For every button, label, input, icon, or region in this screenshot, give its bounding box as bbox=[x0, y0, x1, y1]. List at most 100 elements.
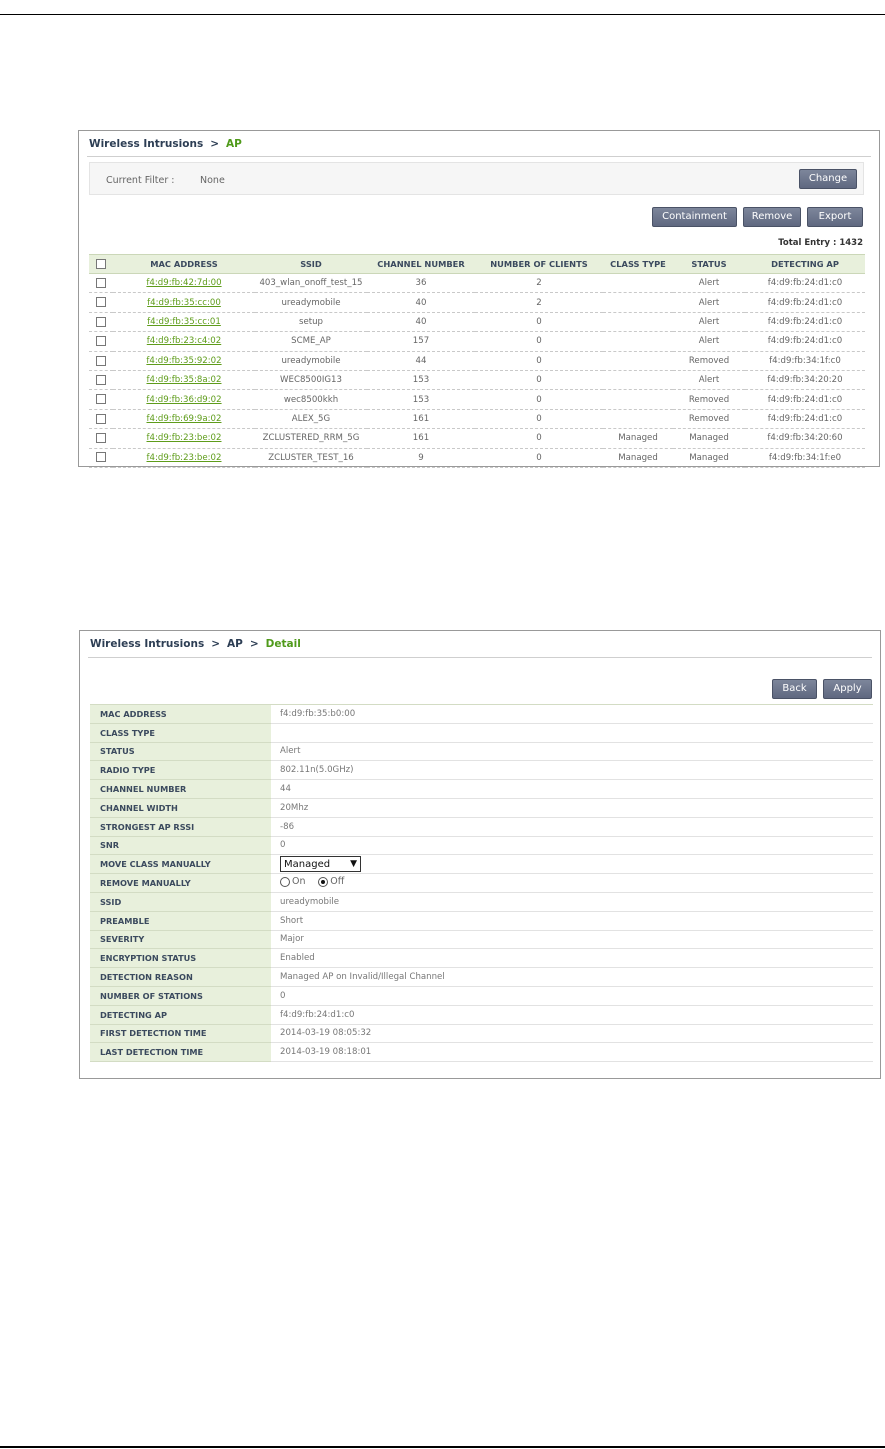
ssid-cell: wec8500kkh bbox=[255, 389, 367, 410]
table-row: f4:d9:fb:23:be:02 ZCLUSTERED_RRM_5G 161 … bbox=[89, 428, 865, 449]
field-value: 802.11n(5.0GHz) bbox=[271, 760, 873, 781]
mac-link[interactable]: f4:d9:fb:35:8a:02 bbox=[147, 375, 222, 385]
row-checkbox[interactable] bbox=[96, 355, 106, 366]
clients-cell: 2 bbox=[475, 273, 603, 294]
remove-manually-off-radio[interactable] bbox=[318, 876, 329, 887]
remove-manually-on-radio[interactable] bbox=[280, 876, 290, 887]
row-select-cell bbox=[89, 292, 113, 313]
row-checkbox[interactable] bbox=[96, 316, 106, 327]
col-ssid[interactable]: SSID bbox=[255, 254, 367, 274]
containment-button[interactable]: Containment bbox=[652, 207, 737, 227]
field-value: f4:d9:fb:24:d1:c0 bbox=[271, 1005, 873, 1025]
breadcrumb-root[interactable]: Wireless Intrusions bbox=[89, 138, 203, 150]
breadcrumb-current: Detail bbox=[265, 638, 301, 650]
row-checkbox[interactable] bbox=[96, 394, 106, 405]
export-button[interactable]: Export bbox=[807, 207, 863, 227]
row-checkbox[interactable] bbox=[96, 413, 106, 424]
clients-cell: 0 bbox=[475, 448, 603, 468]
remove-button[interactable]: Remove bbox=[743, 207, 801, 227]
row-checkbox[interactable] bbox=[96, 297, 106, 308]
breadcrumb-root[interactable]: Wireless Intrusions bbox=[90, 638, 204, 650]
radio-label: On bbox=[292, 876, 306, 888]
row-checkbox[interactable] bbox=[96, 374, 106, 385]
mac-link[interactable]: f4:d9:fb:35:cc:00 bbox=[147, 298, 221, 308]
field-value: 44 bbox=[271, 779, 873, 799]
mac-link[interactable]: f4:d9:fb:23:be:02 bbox=[147, 433, 222, 443]
field-label: NUMBER OF STATIONS bbox=[90, 986, 271, 1006]
field-label: DETECTING AP bbox=[90, 1005, 271, 1025]
clients-cell: 0 bbox=[475, 409, 603, 430]
field-label: ENCRYPTION STATUS bbox=[90, 948, 271, 969]
detail-row-channel-width: CHANNEL WIDTH 20Mhz bbox=[90, 798, 873, 818]
detecting-ap-cell: f4:d9:fb:34:1f:e0 bbox=[745, 448, 865, 468]
detail-row-class-type: CLASS TYPE bbox=[90, 723, 873, 743]
remove-manually-on-option[interactable]: On bbox=[280, 876, 306, 887]
field-label: SEVERITY bbox=[90, 930, 271, 950]
ssid-cell: SCME_AP bbox=[255, 331, 367, 352]
mac-cell: f4:d9:fb:35:cc:01 bbox=[113, 312, 255, 333]
col-channel-number[interactable]: CHANNEL NUMBER bbox=[367, 254, 475, 274]
field-value: Alert bbox=[271, 742, 873, 762]
col-detecting-ap[interactable]: DETECTING AP bbox=[745, 254, 865, 274]
field-label: MAC ADDRESS bbox=[90, 704, 271, 724]
detail-row-number-of-stations: NUMBER OF STATIONS 0 bbox=[90, 986, 873, 1006]
change-filter-button[interactable]: Change bbox=[799, 169, 857, 189]
channel-cell: 161 bbox=[367, 409, 475, 430]
mac-link[interactable]: f4:d9:fb:36:d9:02 bbox=[146, 395, 221, 405]
ap-detail-panel: Wireless Intrusions > AP > Detail Back Apply… bbox=[79, 630, 881, 1079]
remove-manually-off-option[interactable]: Off bbox=[318, 876, 344, 887]
field-label: REMOVE MANUALLY bbox=[90, 873, 271, 893]
select-all-checkbox[interactable] bbox=[96, 259, 106, 270]
status-cell: Alert bbox=[673, 273, 745, 294]
breadcrumb-divider bbox=[88, 657, 872, 658]
breadcrumb: Wireless Intrusions > AP bbox=[89, 138, 242, 150]
detail-row-remove-manually: REMOVE MANUALLY On Off bbox=[90, 873, 873, 893]
field-value: 20Mhz bbox=[271, 798, 873, 818]
filter-bar: Current Filter : None bbox=[89, 162, 864, 195]
row-select-cell bbox=[89, 389, 113, 410]
mac-link[interactable]: f4:d9:fb:42:7d:00 bbox=[146, 278, 221, 288]
col-class-type[interactable]: CLASS TYPE bbox=[603, 254, 673, 274]
field-label: CLASS TYPE bbox=[90, 723, 271, 743]
mac-link[interactable]: f4:d9:fb:35:cc:01 bbox=[147, 317, 221, 327]
mac-cell: f4:d9:fb:35:8a:02 bbox=[113, 370, 255, 391]
mac-link[interactable]: f4:d9:fb:23:c4:02 bbox=[147, 336, 221, 346]
breadcrumb-separator: > bbox=[210, 138, 220, 150]
filter-label: Current Filter : bbox=[106, 175, 175, 186]
field-value: -86 bbox=[271, 817, 873, 837]
clients-cell: 2 bbox=[475, 292, 603, 313]
mac-link[interactable]: f4:d9:fb:23:be:02 bbox=[147, 453, 222, 463]
channel-cell: 157 bbox=[367, 331, 475, 352]
channel-cell: 36 bbox=[367, 273, 475, 294]
row-checkbox[interactable] bbox=[96, 452, 106, 463]
status-cell: Alert bbox=[673, 292, 745, 313]
detail-row-mac-address: MAC ADDRESS f4:d9:fb:35:b0:00 bbox=[90, 704, 873, 724]
move-class-select[interactable]: Managed ▼ bbox=[280, 856, 361, 873]
detail-table: MAC ADDRESS f4:d9:fb:35:b0:00 CLASS TYPE … bbox=[90, 704, 873, 1063]
breadcrumb-ap[interactable]: AP bbox=[227, 638, 243, 650]
back-button[interactable]: Back bbox=[772, 679, 817, 699]
row-checkbox[interactable] bbox=[96, 433, 106, 444]
clients-cell: 0 bbox=[475, 370, 603, 391]
ssid-cell: WEC8500IG13 bbox=[255, 370, 367, 391]
field-label: LAST DETECTION TIME bbox=[90, 1042, 271, 1063]
channel-cell: 153 bbox=[367, 389, 475, 410]
detail-row-encryption-status: ENCRYPTION STATUS Enabled bbox=[90, 948, 873, 969]
radio-label: Off bbox=[330, 876, 345, 888]
table-row: f4:d9:fb:35:8a:02 WEC8500IG13 153 0 Aler… bbox=[89, 370, 865, 391]
detail-row-status: STATUS Alert bbox=[90, 742, 873, 762]
row-checkbox[interactable] bbox=[96, 277, 106, 288]
apply-button[interactable]: Apply bbox=[823, 679, 872, 699]
clients-cell: 0 bbox=[475, 428, 603, 449]
breadcrumb-current: AP bbox=[226, 138, 242, 150]
row-checkbox[interactable] bbox=[96, 336, 106, 347]
col-mac-address[interactable]: MAC ADDRESS bbox=[113, 254, 255, 274]
col-status[interactable]: STATUS bbox=[673, 254, 745, 274]
mac-link[interactable]: f4:d9:fb:69:9a:02 bbox=[147, 414, 222, 424]
col-number-of-clients[interactable]: NUMBER OF CLIENTS bbox=[475, 254, 603, 274]
ssid-cell: setup bbox=[255, 312, 367, 333]
mac-link[interactable]: f4:d9:fb:35:92:02 bbox=[146, 356, 221, 366]
field-label: CHANNEL NUMBER bbox=[90, 779, 271, 799]
class-type-cell bbox=[603, 273, 673, 294]
detecting-ap-cell: f4:d9:fb:24:d1:c0 bbox=[745, 312, 865, 333]
